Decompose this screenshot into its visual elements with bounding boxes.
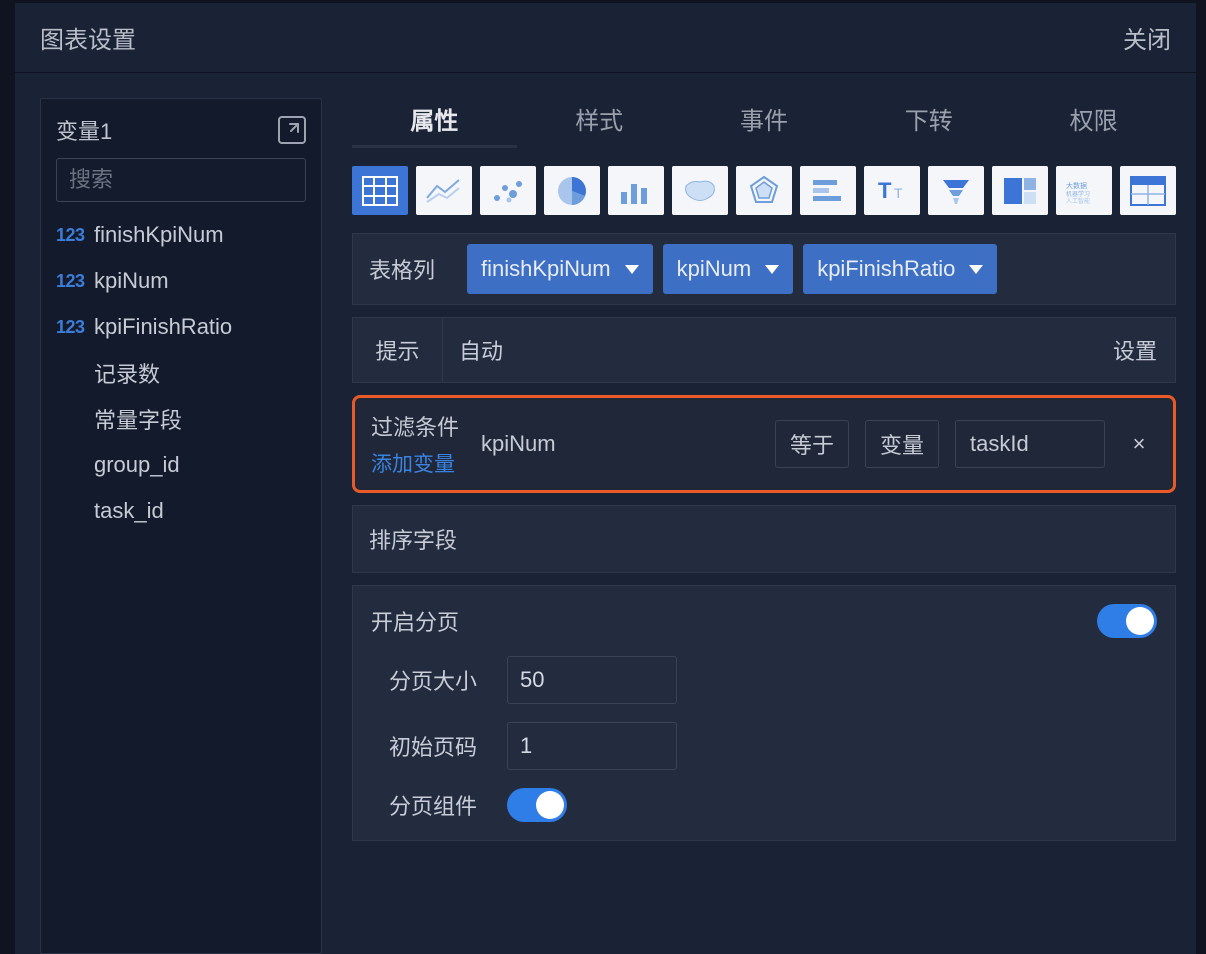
add-variable-link[interactable]: 添加变量	[371, 448, 459, 478]
chart-type-table-alt-icon[interactable]	[1120, 166, 1176, 215]
modal-body: 变量1 123finishKpiNum 123kpiNum 123kpiFini…	[15, 73, 1196, 954]
chart-type-hbar-icon[interactable]	[800, 166, 856, 215]
svg-text:T: T	[878, 178, 892, 203]
tooltip-settings-button[interactable]: 设置	[1095, 318, 1175, 382]
chevron-down-icon	[765, 265, 779, 274]
chart-type-text-icon[interactable]: TT	[864, 166, 920, 215]
chart-type-selector: TT 大数据机器学习人工智能	[352, 166, 1176, 215]
variable-item[interactable]: .记录数	[41, 350, 321, 396]
columns-label: 表格列	[369, 253, 449, 285]
variable-item[interactable]: .group_id	[41, 442, 321, 488]
chart-type-line-icon[interactable]	[416, 166, 472, 215]
start-page-input[interactable]	[507, 722, 677, 770]
filter-label: 过滤条件	[371, 410, 459, 442]
remove-filter-button[interactable]: ×	[1121, 426, 1157, 462]
variable-list: 123finishKpiNum 123kpiNum 123kpiFinishRa…	[41, 212, 321, 534]
variables-sidebar: 变量1 123finishKpiNum 123kpiNum 123kpiFini…	[40, 98, 322, 954]
page-size-input[interactable]	[507, 656, 677, 704]
sort-fields-row[interactable]: 排序字段	[352, 505, 1176, 573]
variable-item[interactable]: 123finishKpiNum	[41, 212, 321, 258]
sidebar-title: 变量1	[56, 114, 112, 146]
start-page-label: 初始页码	[389, 730, 489, 762]
chart-type-treemap-icon[interactable]	[992, 166, 1048, 215]
variable-item[interactable]: .task_id	[41, 488, 321, 534]
table-columns-row: 表格列 finishKpiNum kpiNum kpiFinishRatio	[352, 233, 1176, 305]
tooltip-value: 自动	[443, 318, 1095, 382]
sort-label: 排序字段	[369, 523, 457, 555]
svg-text:大数据: 大数据	[1066, 181, 1087, 190]
filter-field: kpiNum	[475, 431, 759, 457]
chart-type-table-icon[interactable]	[352, 166, 408, 215]
chart-type-pie-icon[interactable]	[544, 166, 600, 215]
chart-type-scatter-icon[interactable]	[480, 166, 536, 215]
chevron-down-icon	[625, 265, 639, 274]
search-input[interactable]	[56, 158, 306, 202]
tab-drilldown[interactable]: 下转	[846, 98, 1011, 148]
tab-attributes[interactable]: 属性	[352, 98, 517, 148]
pagination-enable-toggle[interactable]	[1097, 604, 1157, 638]
expand-icon[interactable]	[278, 116, 306, 144]
filter-condition-block: 过滤条件 添加变量 kpiNum 等于 变量 taskId ×	[352, 395, 1176, 493]
variable-item[interactable]: 123kpiFinishRatio	[41, 304, 321, 350]
chevron-down-icon	[969, 265, 983, 274]
filter-target-select[interactable]: taskId	[955, 420, 1105, 468]
variable-item[interactable]: .常量字段	[41, 396, 321, 442]
filter-operator-select[interactable]: 等于	[775, 420, 849, 468]
tooltip-label: 提示	[353, 318, 443, 382]
modal-header: 图表设置 关闭	[15, 3, 1196, 73]
chart-settings-modal: 图表设置 关闭 变量1 123finishKpiNum 123kpiNum 12…	[15, 3, 1196, 954]
pagination-component-label: 分页组件	[389, 789, 489, 821]
chart-type-radar-icon[interactable]	[736, 166, 792, 215]
column-pill[interactable]: kpiNum	[663, 244, 794, 294]
tab-style[interactable]: 样式	[517, 98, 682, 148]
close-button[interactable]: 关闭	[1123, 20, 1171, 55]
pagination-enable-label: 开启分页	[371, 605, 459, 637]
column-pill[interactable]: finishKpiNum	[467, 244, 653, 294]
tooltip-row: 提示 自动 设置	[352, 317, 1176, 383]
filter-mode-select[interactable]: 变量	[865, 420, 939, 468]
svg-text:人工智能: 人工智能	[1066, 197, 1090, 205]
tab-events[interactable]: 事件	[682, 98, 847, 148]
settings-content: 属性 样式 事件 下转 权限	[352, 98, 1176, 954]
chart-type-funnel-icon[interactable]	[928, 166, 984, 215]
variable-item[interactable]: 123kpiNum	[41, 258, 321, 304]
column-pill[interactable]: kpiFinishRatio	[803, 244, 997, 294]
pagination-component-toggle[interactable]	[507, 788, 567, 822]
chart-type-map-icon[interactable]	[672, 166, 728, 215]
svg-text:T: T	[894, 185, 903, 201]
tabs: 属性 样式 事件 下转 权限	[352, 98, 1176, 148]
modal-title: 图表设置	[40, 20, 136, 55]
page-size-label: 分页大小	[389, 664, 489, 696]
chart-type-wordcloud-icon[interactable]: 大数据机器学习人工智能	[1056, 166, 1112, 215]
svg-text:机器学习: 机器学习	[1066, 190, 1090, 198]
pagination-block: 开启分页 分页大小 初始页码 分页组件	[352, 585, 1176, 841]
tab-permissions[interactable]: 权限	[1011, 98, 1176, 148]
chart-type-bar-icon[interactable]	[608, 166, 664, 215]
